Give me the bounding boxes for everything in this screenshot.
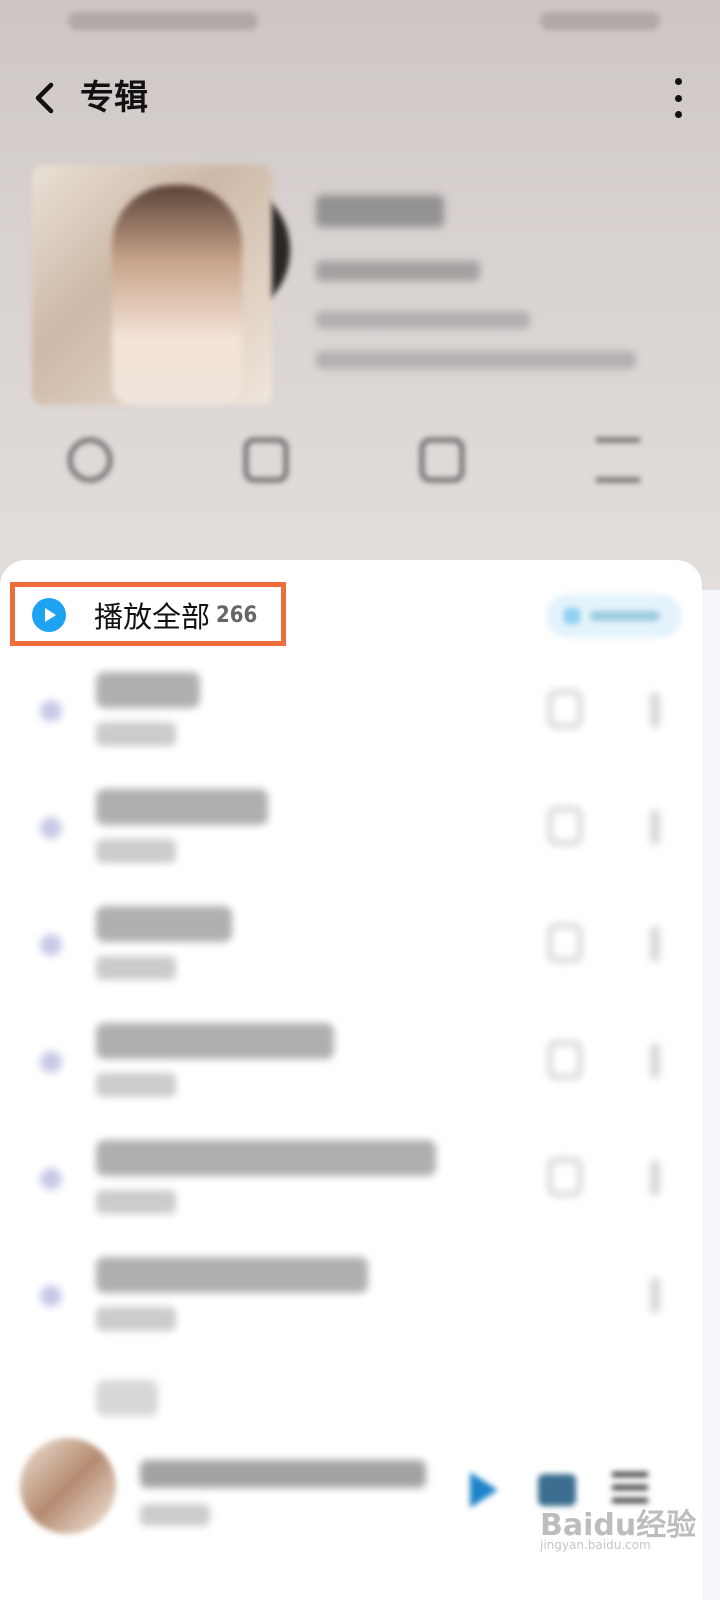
play-icon[interactable] [466,1470,500,1510]
song-row[interactable] [0,777,702,894]
comment-icon [420,438,464,482]
back-button[interactable] [22,76,66,120]
album-name [316,195,444,227]
album-artist [316,261,480,281]
download-icon[interactable] [548,807,582,845]
song-artist [96,1073,176,1097]
download-icon[interactable] [548,924,582,962]
song-row[interactable] [0,1362,702,1422]
song-title [96,1023,334,1059]
top-bar: 专辑 [0,70,720,130]
album-info-blurred [316,195,676,385]
song-artist [96,1307,176,1331]
song-artist [96,839,176,863]
chevron-left-icon [35,82,54,114]
song-more-icon[interactable] [650,926,660,962]
now-playing-info [140,1460,430,1530]
song-row[interactable] [0,1011,702,1128]
play-all-row: 播放全部 266 [10,582,700,648]
page-title: 专辑 [80,78,148,118]
album-description [316,351,636,369]
watermark-url: jingyan.baidu.com [540,1538,651,1552]
song-row[interactable] [0,1245,702,1362]
song-list [0,660,702,1422]
download-icon[interactable] [548,1158,582,1196]
song-row[interactable] [0,894,702,1011]
more-dot [674,111,682,118]
song-index-icon [40,1168,62,1190]
share-label [87,502,94,527]
song-title [96,1380,158,1416]
more-options-button[interactable] [666,78,690,118]
song-row[interactable] [0,660,702,777]
song-more-icon[interactable] [650,1277,660,1313]
status-bar-left [68,12,258,30]
song-artist [96,1190,176,1214]
play-all-label: 播放全部 [94,600,211,634]
song-index-icon [40,700,62,722]
album-cover[interactable] [32,165,272,405]
download-icon [244,438,288,482]
download-label [263,502,270,527]
now-playing-artist [140,1504,210,1526]
album-actions [0,430,720,540]
now-playing-cover[interactable] [20,1438,116,1534]
song-more-icon[interactable] [650,1160,660,1196]
album-cover-image [112,185,242,405]
song-title [96,789,268,825]
more-dot [674,78,682,85]
song-artist [96,722,176,746]
song-artist [96,956,176,980]
song-more-icon[interactable] [650,692,660,728]
download-icon[interactable] [548,1041,582,1079]
song-row[interactable] [0,1128,702,1245]
baidu-watermark: Baidu经验 jingyan.baidu.com [540,1500,710,1556]
now-playing-title [140,1460,426,1488]
comment-label [439,502,446,527]
collect-album-button[interactable] [546,594,682,638]
song-index-icon [40,934,62,956]
status-bar [0,0,720,48]
play-circle-icon [32,598,66,632]
song-title [96,1257,368,1293]
song-more-icon[interactable] [650,809,660,845]
select-button[interactable] [568,430,668,540]
song-index-icon [40,817,62,839]
select-label [615,502,622,527]
album-release-date [316,311,530,329]
album-header-background: 专辑 [0,0,720,590]
status-bar-right [540,12,660,30]
download-button[interactable] [216,430,316,540]
song-index-icon [40,1285,62,1307]
comment-button[interactable] [392,430,492,540]
song-title [96,1140,436,1176]
more-dot [674,94,682,102]
song-title [96,906,232,942]
song-title [96,672,200,708]
download-icon[interactable] [548,690,582,728]
share-button[interactable] [40,430,140,540]
song-more-icon[interactable] [650,1043,660,1079]
song-index-icon [40,1051,62,1073]
play-all-count: 266 [216,602,258,628]
select-list-icon [596,438,640,482]
share-icon [68,438,112,482]
play-all-button[interactable]: 播放全部 266 [32,590,257,640]
